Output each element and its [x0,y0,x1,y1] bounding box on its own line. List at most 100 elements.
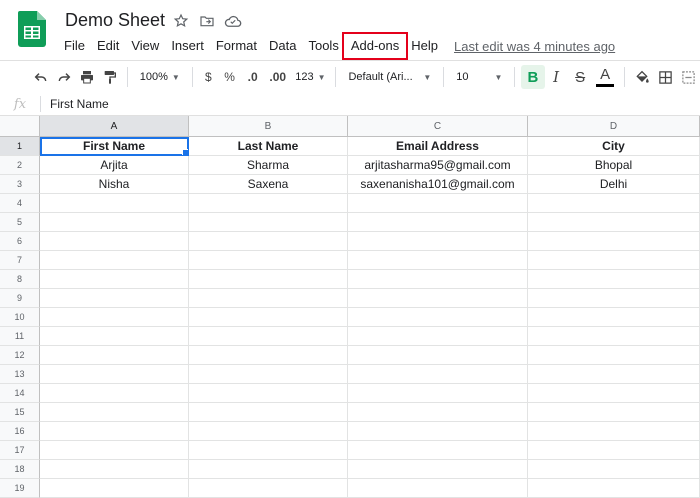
row-header[interactable]: 13 [0,365,40,384]
cell-d7[interactable] [528,251,700,270]
formula-input[interactable]: First Name [41,97,109,111]
cell-c10[interactable] [348,308,528,327]
cell-c4[interactable] [348,194,528,213]
cell-d19[interactable] [528,479,700,498]
cell-a8[interactable] [40,270,189,289]
cell-d16[interactable] [528,422,700,441]
cell-c7[interactable] [348,251,528,270]
menu-help[interactable]: Help [405,35,444,57]
more-formats-select[interactable]: 123 ▼ [291,71,329,83]
cell-b18[interactable] [189,460,348,479]
cell-b4[interactable] [189,194,348,213]
undo-icon[interactable] [30,65,51,89]
cell-a3[interactable]: Nisha [40,175,189,194]
cell-c3[interactable]: saxenanisha101@gmail.com [348,175,528,194]
cell-a19[interactable] [40,479,189,498]
cell-d18[interactable] [528,460,700,479]
row-header[interactable]: 2 [0,156,40,175]
cell-b5[interactable] [189,213,348,232]
cell-d2[interactable]: Bhopal [528,156,700,175]
cell-b19[interactable] [189,479,348,498]
zoom-select[interactable]: 100% ▼ [134,71,186,83]
italic-button[interactable]: I [545,65,568,89]
cell-b9[interactable] [189,289,348,308]
cell-a2[interactable]: Arjita [40,156,189,175]
font-size-select[interactable]: 10 ▼ [450,71,508,83]
cell-d1[interactable]: City [528,137,700,156]
menu-data[interactable]: Data [263,35,302,57]
column-header-d[interactable]: D [528,116,700,137]
cell-a15[interactable] [40,403,189,422]
cell-d4[interactable] [528,194,700,213]
row-header[interactable]: 12 [0,346,40,365]
decrease-decimal-button[interactable]: .0 [241,65,264,89]
cell-c18[interactable] [348,460,528,479]
menu-edit[interactable]: Edit [91,35,125,57]
cell-b1[interactable]: Last Name [189,137,348,156]
redo-icon[interactable] [53,65,74,89]
increase-decimal-button[interactable]: .00 [264,65,291,89]
row-header[interactable]: 16 [0,422,40,441]
cell-a11[interactable] [40,327,189,346]
cell-d10[interactable] [528,308,700,327]
cell-a1[interactable]: First Name [40,137,189,156]
move-folder-icon[interactable] [198,12,216,30]
cell-b2[interactable]: Sharma [189,156,348,175]
cell-c1[interactable]: Email Address [348,137,528,156]
row-header[interactable]: 7 [0,251,40,270]
cell-b17[interactable] [189,441,348,460]
font-family-select[interactable]: Default (Ari... ▼ [342,71,437,83]
cell-d14[interactable] [528,384,700,403]
cell-c15[interactable] [348,403,528,422]
cell-a12[interactable] [40,346,189,365]
print-icon[interactable] [76,65,97,89]
cell-a13[interactable] [40,365,189,384]
row-header[interactable]: 5 [0,213,40,232]
cell-a17[interactable] [40,441,189,460]
cell-b3[interactable]: Saxena [189,175,348,194]
cell-a18[interactable] [40,460,189,479]
paint-format-icon[interactable] [100,65,121,89]
sheets-logo-icon[interactable] [18,11,46,47]
last-edit-link[interactable]: Last edit was 4 minutes ago [454,39,615,54]
row-header[interactable]: 18 [0,460,40,479]
cell-c6[interactable] [348,232,528,251]
cell-a7[interactable] [40,251,189,270]
cell-b16[interactable] [189,422,348,441]
text-color-button[interactable]: A [593,65,618,89]
row-header[interactable]: 19 [0,479,40,498]
merge-cells-icon[interactable] [677,65,700,89]
fill-color-icon[interactable] [631,65,654,89]
cell-b6[interactable] [189,232,348,251]
cell-c12[interactable] [348,346,528,365]
row-header[interactable]: 8 [0,270,40,289]
cell-c11[interactable] [348,327,528,346]
cell-b15[interactable] [189,403,348,422]
row-header[interactable]: 11 [0,327,40,346]
strikethrough-button[interactable]: S [568,65,593,89]
column-header-a[interactable]: A [40,116,189,137]
cell-d13[interactable] [528,365,700,384]
cell-a9[interactable] [40,289,189,308]
cell-b10[interactable] [189,308,348,327]
cell-d17[interactable] [528,441,700,460]
row-header[interactable]: 10 [0,308,40,327]
bold-button[interactable]: B [521,65,545,89]
select-all-corner[interactable] [0,116,40,137]
borders-icon[interactable] [654,65,677,89]
cell-a5[interactable] [40,213,189,232]
column-header-c[interactable]: C [348,116,528,137]
document-title[interactable]: Demo Sheet [65,10,165,31]
cloud-status-icon[interactable] [224,12,242,30]
currency-format-button[interactable]: $ [199,65,218,89]
cell-a6[interactable] [40,232,189,251]
cell-b14[interactable] [189,384,348,403]
menu-view[interactable]: View [125,35,165,57]
row-header[interactable]: 1 [0,137,40,156]
row-header[interactable]: 6 [0,232,40,251]
row-header[interactable]: 3 [0,175,40,194]
percent-format-button[interactable]: % [218,65,241,89]
row-header[interactable]: 9 [0,289,40,308]
cell-b7[interactable] [189,251,348,270]
cell-a14[interactable] [40,384,189,403]
